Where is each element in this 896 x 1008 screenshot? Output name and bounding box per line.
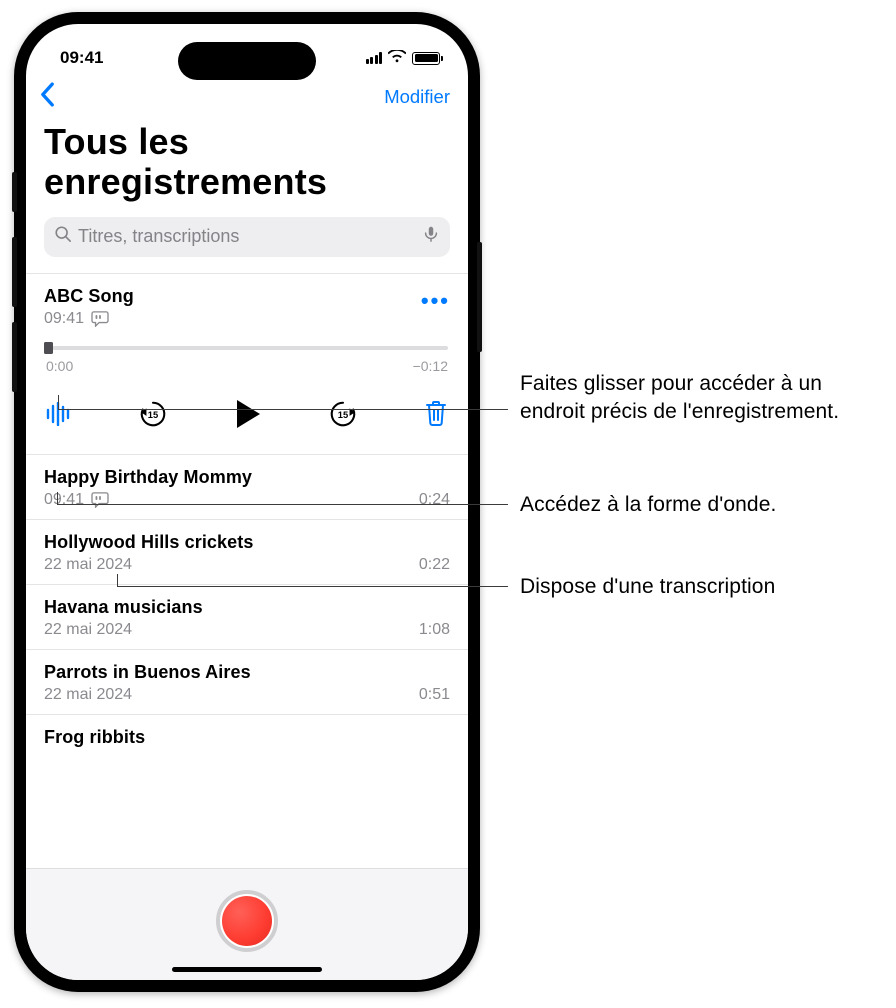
nav-bar: Modifier xyxy=(26,78,468,118)
play-button[interactable] xyxy=(234,398,262,430)
back-button[interactable] xyxy=(38,82,56,112)
transcription-badge-icon xyxy=(91,492,109,508)
recording-sub: 09:41 xyxy=(44,491,84,509)
recording-sub: 22 mai 2024 xyxy=(44,621,132,639)
recording-row[interactable]: Parrots in Buenos Aires 22 mai 2024 0:51 xyxy=(26,650,468,715)
recording-time: 09:41 xyxy=(44,310,84,328)
recording-duration: 0:24 xyxy=(419,491,450,509)
record-button[interactable] xyxy=(216,890,278,952)
callout-3: Dispose d'une transcription xyxy=(520,573,775,601)
recording-duration: 0:22 xyxy=(419,556,450,574)
recording-title: Frog ribbits xyxy=(44,727,450,748)
waveform-button[interactable] xyxy=(46,402,72,426)
recording-title: ABC Song xyxy=(44,286,134,307)
dictation-icon[interactable] xyxy=(422,225,440,248)
recording-row[interactable]: Frog ribbits xyxy=(26,715,468,748)
callout-leader xyxy=(117,574,118,586)
recording-title: Havana musicians xyxy=(44,597,450,618)
page-title: Tous les enregistrements xyxy=(26,118,468,213)
callout-leader xyxy=(57,492,58,504)
recording-row[interactable]: Happy Birthday Mommy 09:41 0:24 xyxy=(26,455,468,520)
edit-button[interactable]: Modifier xyxy=(384,86,450,108)
recording-row[interactable]: Hollywood Hills crickets 22 mai 2024 0:2… xyxy=(26,520,468,585)
skip-forward-15-button[interactable]: 15 xyxy=(328,399,358,429)
search-input[interactable]: Titres, transcriptions xyxy=(44,217,450,257)
callout-2: Accédez à la forme d'onde. xyxy=(520,491,776,519)
recording-duration: 1:08 xyxy=(419,621,450,639)
dynamic-island xyxy=(178,42,316,80)
status-time: 09:41 xyxy=(60,48,103,68)
callout-leader xyxy=(58,395,59,409)
recording-title: Parrots in Buenos Aires xyxy=(44,662,450,683)
playback-scrubber[interactable]: 0:00 −0:12 xyxy=(46,346,448,374)
side-button-power xyxy=(477,242,482,352)
recording-sub: 22 mai 2024 xyxy=(44,686,132,704)
scrubber-track xyxy=(46,346,448,350)
home-indicator[interactable] xyxy=(172,967,322,972)
callout-leader xyxy=(57,504,508,505)
playback-controls: 15 15 xyxy=(46,398,448,430)
time-elapsed: 0:00 xyxy=(46,358,73,374)
search-icon xyxy=(54,225,72,248)
side-button-mute xyxy=(12,172,17,212)
callout-1: Faites glisser pour accéder à un endroit… xyxy=(520,370,880,427)
side-button-vol-down xyxy=(12,322,17,392)
svg-text:15: 15 xyxy=(148,409,158,419)
more-options-button[interactable]: ••• xyxy=(421,286,450,314)
callout-leader xyxy=(58,409,508,410)
scrubber-thumb[interactable] xyxy=(44,342,53,354)
footer-bar xyxy=(26,868,468,980)
wifi-icon xyxy=(388,48,406,68)
time-remaining: −0:12 xyxy=(413,358,448,374)
recording-row-expanded[interactable]: ABC Song 09:41 ••• xyxy=(26,273,468,455)
battery-icon xyxy=(412,52,440,65)
delete-button[interactable] xyxy=(424,400,448,427)
recording-duration: 0:51 xyxy=(419,686,450,704)
phone-frame: 09:41 Modifier Tous les enregistrem xyxy=(14,12,480,992)
recording-title: Hollywood Hills crickets xyxy=(44,532,450,553)
search-placeholder: Titres, transcriptions xyxy=(78,226,416,247)
record-icon xyxy=(222,896,272,946)
callout-leader xyxy=(117,586,508,587)
screen: 09:41 Modifier Tous les enregistrem xyxy=(26,24,468,980)
side-button-vol-up xyxy=(12,237,17,307)
cellular-signal-icon xyxy=(366,52,383,64)
recording-title: Happy Birthday Mommy xyxy=(44,467,450,488)
recording-row[interactable]: Havana musicians 22 mai 2024 1:08 xyxy=(26,585,468,650)
svg-text:15: 15 xyxy=(338,409,348,419)
transcription-badge-icon xyxy=(91,311,109,327)
skip-back-15-button[interactable]: 15 xyxy=(138,399,168,429)
recording-sub: 22 mai 2024 xyxy=(44,556,132,574)
